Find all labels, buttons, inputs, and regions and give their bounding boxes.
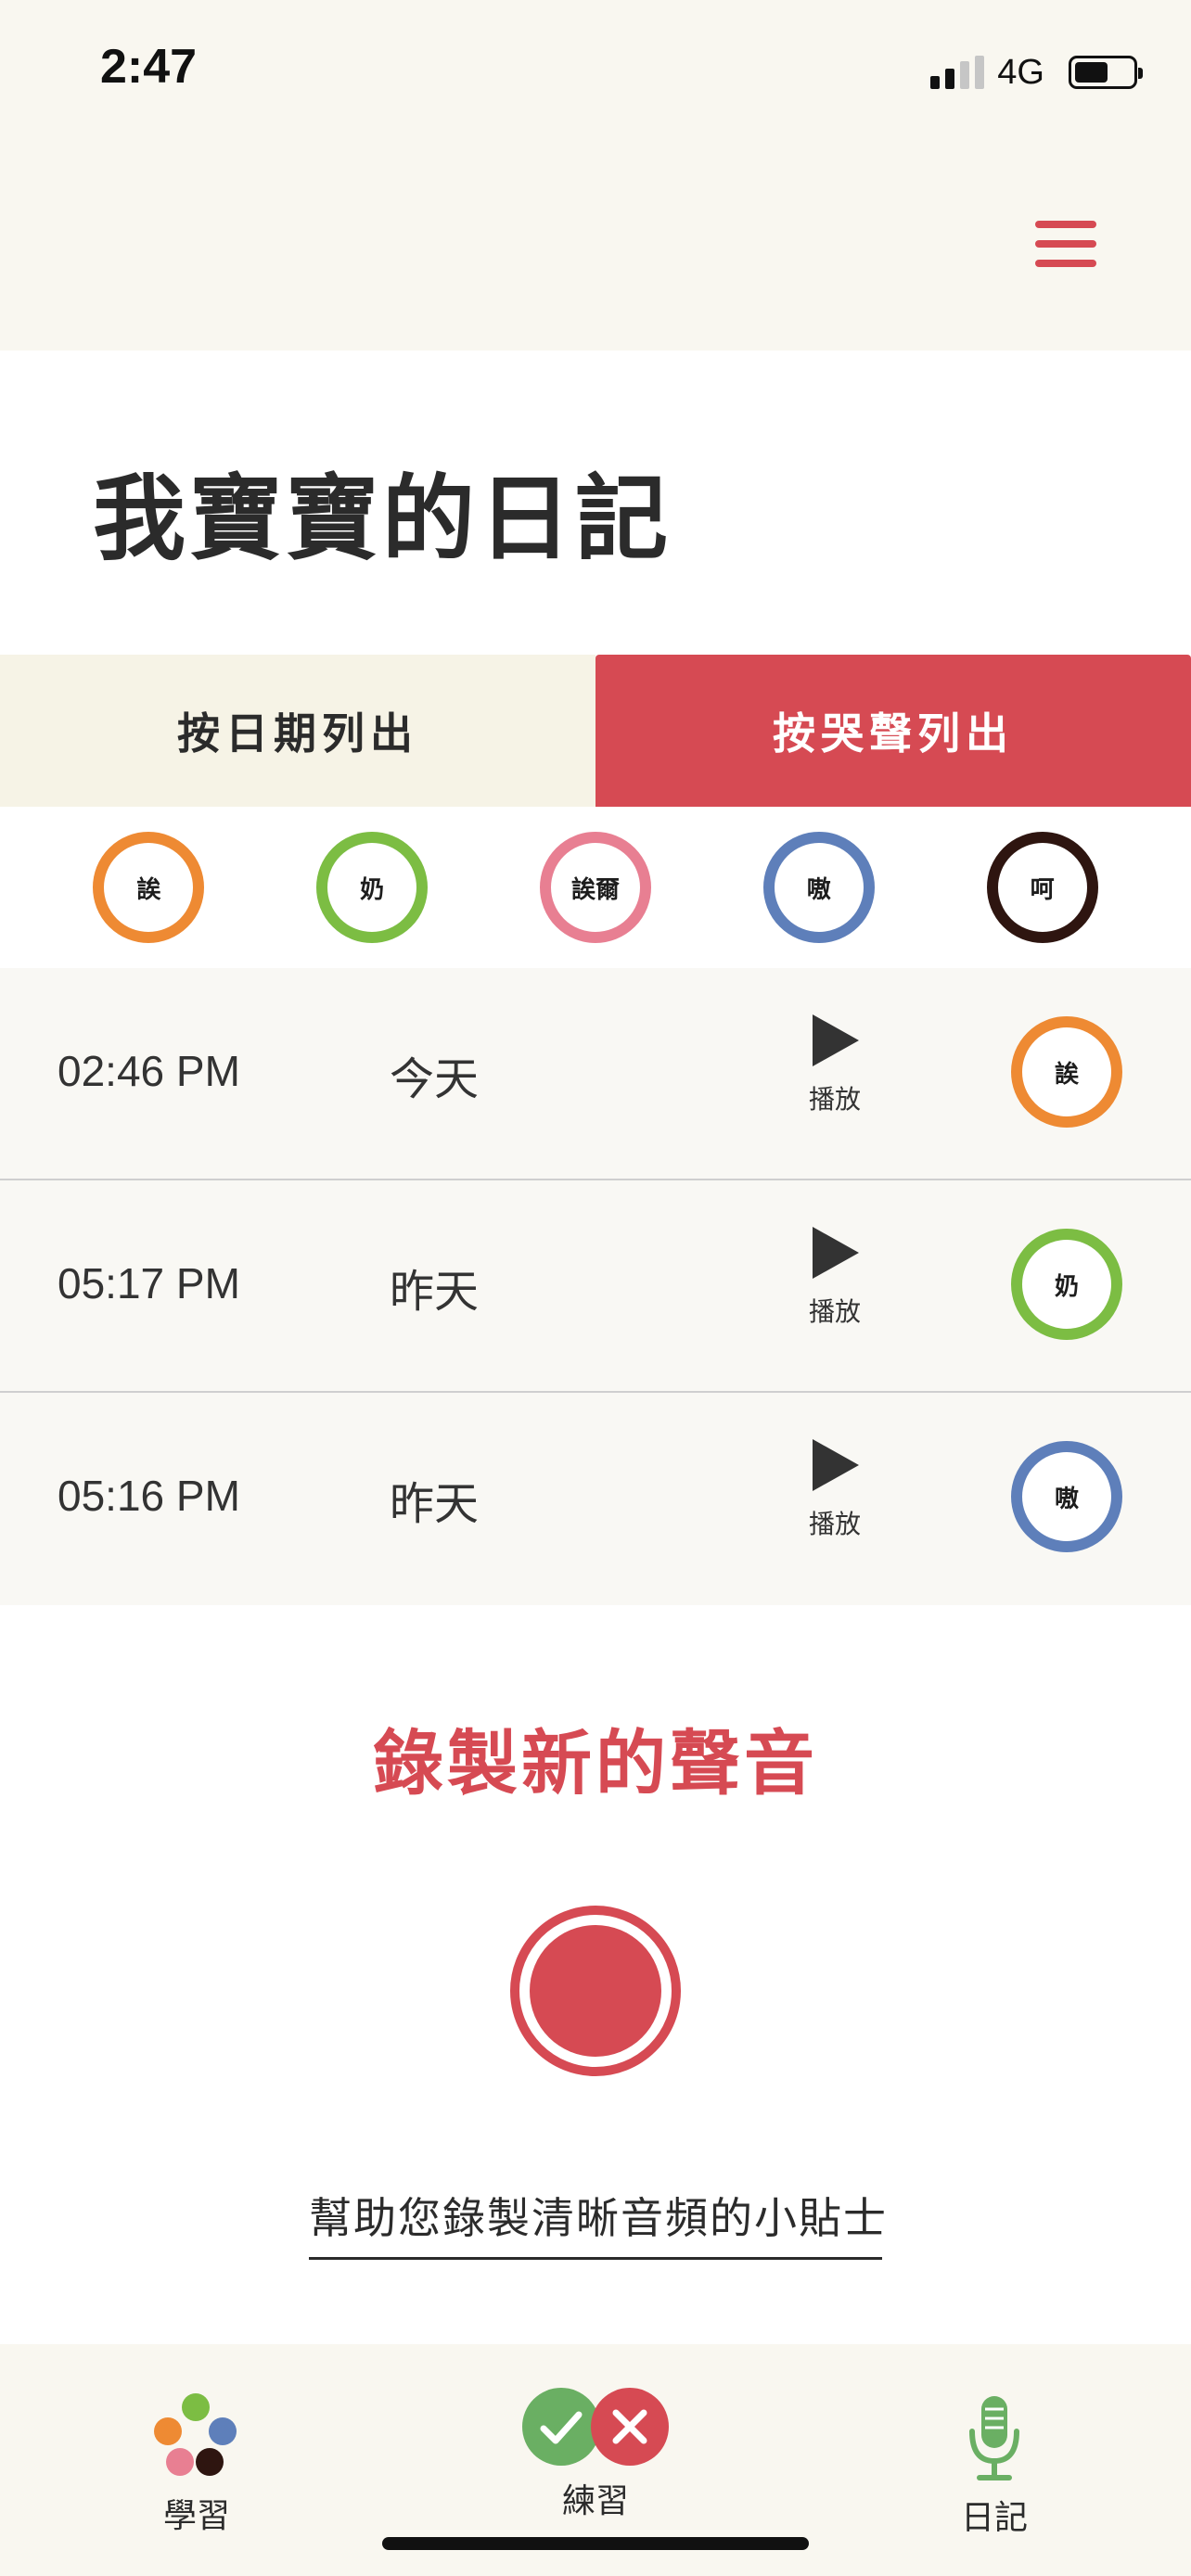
- tab-by-date[interactable]: 按日期列出: [0, 655, 596, 807]
- home-indicator: [382, 2537, 809, 2550]
- battery-icon: [1069, 56, 1143, 89]
- tab-by-cry[interactable]: 按哭聲列出: [596, 655, 1191, 807]
- play-button[interactable]: 播放: [798, 1014, 872, 1116]
- list-item: 05:17 PM 昨天 播放 奶: [0, 1180, 1191, 1393]
- nav-item-diary[interactable]: 日記: [883, 2344, 1106, 2539]
- page-title: 我寶寶的日記: [93, 465, 672, 573]
- recording-time: 05:17 PM: [58, 1259, 240, 1307]
- filter-cry-heh[interactable]: 呵: [986, 832, 1098, 943]
- nav-label-learn: 學習: [162, 2497, 230, 2535]
- nav-item-practice[interactable]: 練習: [484, 2344, 707, 2539]
- play-icon: [813, 1014, 859, 1066]
- play-button[interactable]: 播放: [798, 1227, 872, 1329]
- filter-cry-owh[interactable]: 嗷: [762, 832, 875, 943]
- list-item: 05:16 PM 昨天 播放 嗷: [0, 1393, 1191, 1605]
- check-cross-icon: [522, 2388, 669, 2466]
- list-item: 02:46 PM 今天 播放 誒: [0, 968, 1191, 1180]
- nav-item-learn[interactable]: 學習: [85, 2344, 308, 2539]
- play-icon: [813, 1439, 859, 1491]
- cry-type-badge: 誒: [1011, 1016, 1122, 1128]
- status-time: 2:47: [100, 40, 198, 94]
- nav-label-practice: 練習: [561, 2482, 629, 2520]
- play-label: 播放: [808, 1509, 861, 1539]
- play-button[interactable]: 播放: [798, 1439, 872, 1541]
- signal-icon: [930, 56, 985, 89]
- colored-dots-icon: [154, 2393, 237, 2476]
- record-title: 錄製新的聲音: [373, 1722, 818, 1804]
- header: 2:47 4G: [0, 0, 1191, 351]
- nav-label-diary: 日記: [960, 2499, 1028, 2537]
- recording-tips-link[interactable]: 幫助您錄製清晰音頻的小貼士: [309, 2185, 886, 2260]
- record-button[interactable]: [510, 1906, 681, 2076]
- recording-time: 02:46 PM: [58, 1047, 240, 1095]
- filter-cry-eh[interactable]: 誒: [93, 832, 205, 943]
- network-label: 4G: [997, 52, 1044, 92]
- cry-type-filters: 誒 奶 誒爾 嗷 呵: [0, 807, 1191, 968]
- status-indicators: 4G: [930, 50, 1143, 95]
- recordings-list: 02:46 PM 今天 播放 誒 05:17 PM 昨天 播放 奶 05:16 …: [0, 968, 1191, 1605]
- recording-day: 昨天: [390, 1266, 480, 1318]
- filter-cry-eairh[interactable]: 誒爾: [539, 832, 651, 943]
- recording-day: 今天: [390, 1053, 480, 1105]
- record-icon: [530, 1925, 661, 2057]
- play-label: 播放: [808, 1084, 861, 1115]
- microphone-icon: [969, 2396, 1019, 2480]
- menu-icon[interactable]: [1035, 221, 1096, 267]
- filter-cry-neh[interactable]: 奶: [316, 832, 429, 943]
- list-mode-tabs: 按日期列出 按哭聲列出: [0, 655, 1191, 807]
- play-label: 播放: [808, 1296, 861, 1327]
- recording-day: 昨天: [390, 1478, 480, 1530]
- play-icon: [813, 1227, 859, 1279]
- cry-type-badge: 嗷: [1011, 1441, 1122, 1552]
- recording-time: 05:16 PM: [58, 1472, 240, 1520]
- cry-type-badge: 奶: [1011, 1229, 1122, 1340]
